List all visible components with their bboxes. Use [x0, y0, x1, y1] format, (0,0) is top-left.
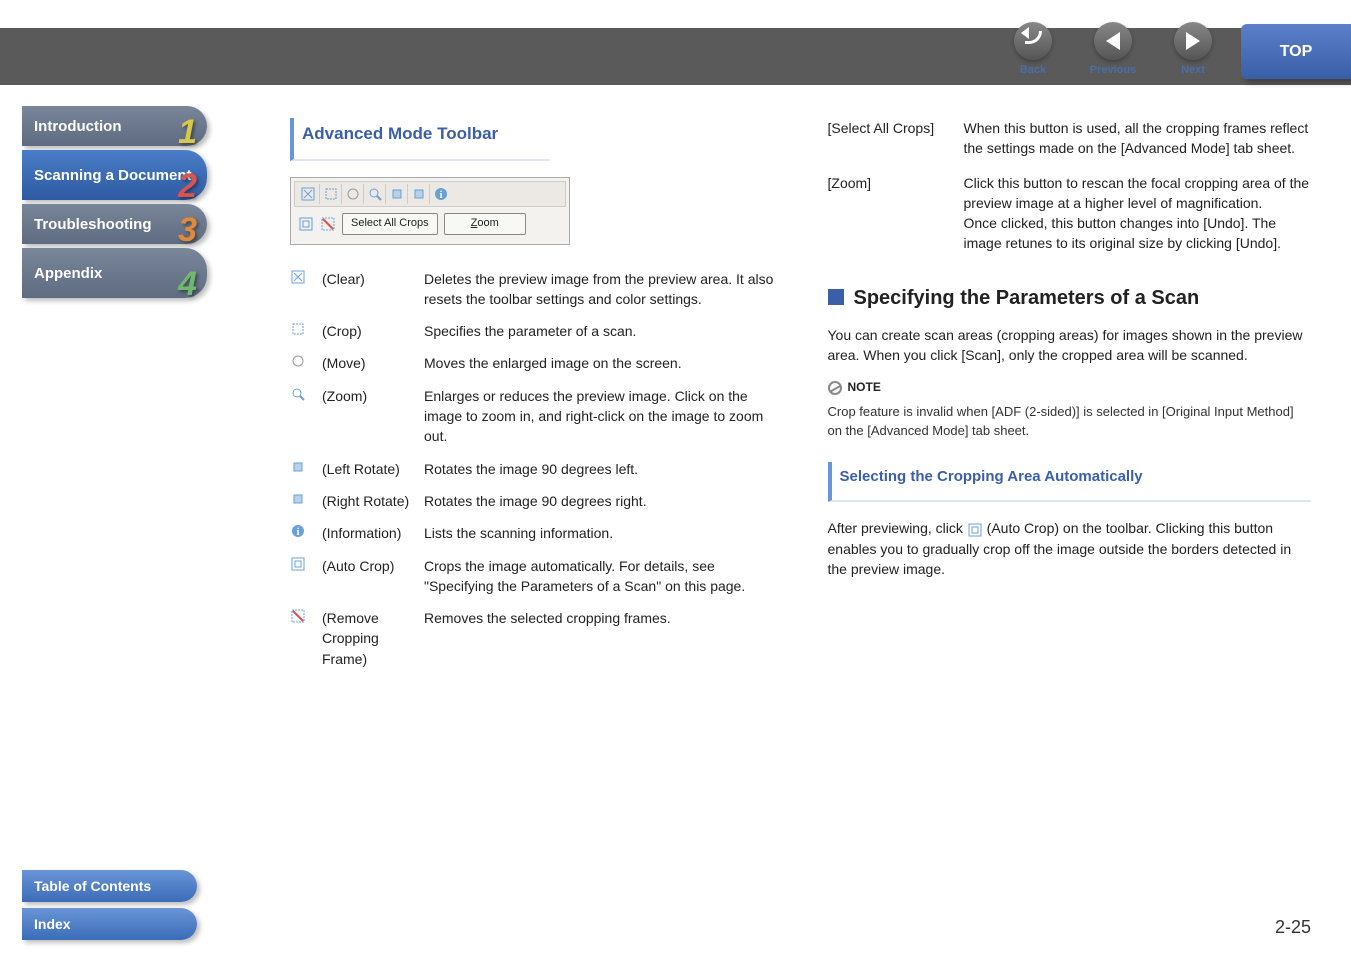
bottom-tabs: Table of Contents Index — [22, 864, 197, 940]
row-label: (Auto Crop) — [322, 556, 416, 597]
def-value: Click this button to rescan the focal cr… — [964, 173, 1312, 254]
row-label: (Left Rotate) — [322, 459, 416, 479]
sidebar-chapter-number: 2 — [178, 167, 197, 206]
row-text: Moves the enlarged image on the screen. — [424, 353, 774, 373]
back-label: Back — [1009, 64, 1057, 76]
row-label: (Move) — [322, 353, 416, 373]
sidebar-label: Troubleshooting — [34, 216, 152, 233]
top-nav: Back Previous Next TOP — [993, 22, 1351, 77]
row-text: Enlarges or reduces the preview image. C… — [424, 386, 774, 447]
page-number: 2-25 — [1275, 917, 1311, 938]
row-text: Rotates the image 90 degrees left. — [424, 459, 774, 479]
select-all-crops-button: Select All Crops — [342, 213, 438, 235]
right-column: [Select All Crops] When this button is u… — [828, 118, 1312, 669]
toolbar-description-table: (Clear) Deletes the preview image from t… — [290, 269, 774, 669]
index-button[interactable]: Index — [22, 908, 197, 940]
row-text: Rotates the image 90 degrees right. — [424, 491, 774, 511]
sidebar-label: Introduction — [34, 118, 121, 135]
back-icon — [1014, 22, 1052, 60]
text-span: After previewing, click — [828, 520, 967, 536]
next-button[interactable]: Next — [1169, 22, 1217, 76]
auto-crop-icon — [290, 556, 306, 572]
subsection-heading: Selecting the Cropping Area Automaticall… — [828, 462, 1312, 502]
row-label: (Remove Cropping Frame) — [322, 608, 416, 669]
clear-icon — [290, 269, 306, 285]
right-rotate-icon — [290, 491, 306, 507]
row-text: Deletes the preview image from the previ… — [424, 269, 774, 310]
h2-text: Specifying the Parameters of a Scan — [854, 287, 1200, 309]
toolbar-screenshot: i Select All Crops Zoom — [290, 177, 570, 245]
svg-text:i: i — [297, 527, 300, 538]
crop-icon — [290, 321, 306, 337]
toc-button[interactable]: Table of Contents — [22, 870, 197, 902]
sidebar-label: Appendix — [34, 265, 102, 282]
remove-crop-icon — [290, 608, 306, 624]
note-label: NOTE — [848, 379, 881, 396]
sidebar-item-appendix[interactable]: Appendix 4 — [22, 248, 207, 298]
information-icon: i — [429, 184, 451, 204]
content: Advanced Mode Toolbar i Select All Crops… — [290, 118, 1311, 669]
row-text: Specifies the parameter of a scan. — [424, 321, 774, 341]
right-rotate-icon — [407, 184, 429, 204]
sidebar-chapter-number: 3 — [178, 211, 197, 250]
row-text: Crops the image automatically. For detai… — [424, 556, 774, 597]
zoom-icon — [363, 184, 385, 204]
row-text: Lists the scanning information. — [424, 523, 774, 543]
note-text: Crop feature is invalid when [ADF (2-sid… — [828, 403, 1312, 441]
top-button[interactable]: TOP — [1241, 24, 1351, 79]
row-label: (Zoom) — [322, 386, 416, 447]
note-icon — [828, 381, 842, 395]
row-label: (Clear) — [322, 269, 416, 310]
next-label: Next — [1169, 64, 1217, 76]
svg-text:i: i — [439, 190, 442, 201]
section-heading-2: Specifying the Parameters of a Scan — [828, 284, 1312, 313]
row-label: (Information) — [322, 523, 416, 543]
auto-crop-icon — [298, 216, 314, 232]
crop-icon — [319, 184, 341, 204]
information-icon: i — [290, 523, 306, 539]
move-icon — [341, 184, 363, 204]
previous-icon — [1094, 22, 1132, 60]
auto-crop-icon — [967, 522, 983, 538]
row-text: Removes the selected cropping frames. — [424, 608, 774, 669]
left-rotate-icon — [385, 184, 407, 204]
sidebar-item-scanning[interactable]: Scanning a Document 2 — [22, 150, 207, 200]
remove-crop-icon — [320, 216, 336, 232]
zoom-icon — [290, 386, 306, 402]
next-icon — [1174, 22, 1212, 60]
sidebar-chapter-number: 4 — [178, 265, 197, 304]
note-header: NOTE — [828, 379, 1312, 396]
move-icon — [290, 353, 306, 369]
back-button[interactable]: Back — [1009, 22, 1057, 76]
left-rotate-icon — [290, 459, 306, 475]
sidebar-item-introduction[interactable]: Introduction 1 — [22, 106, 207, 146]
sidebar: Introduction 1 Scanning a Document 2 Tro… — [22, 106, 220, 302]
sidebar-chapter-number: 1 — [178, 113, 197, 152]
previous-label: Previous — [1089, 64, 1137, 76]
sidebar-item-troubleshooting[interactable]: Troubleshooting 3 — [22, 204, 207, 244]
previous-button[interactable]: Previous — [1089, 22, 1137, 76]
left-column: Advanced Mode Toolbar i Select All Crops… — [290, 118, 774, 669]
def-key: [Zoom] — [828, 173, 958, 254]
paragraph: After previewing, click (Auto Crop) on t… — [828, 518, 1312, 579]
section-heading: Advanced Mode Toolbar — [290, 118, 550, 161]
square-bullet-icon — [828, 289, 844, 305]
zoom-button: Zoom — [444, 213, 526, 235]
clear-icon — [297, 184, 319, 204]
sidebar-label: Scanning a Document — [34, 167, 192, 184]
definition-table: [Select All Crops] When this button is u… — [828, 118, 1312, 254]
row-label: (Crop) — [322, 321, 416, 341]
paragraph: You can create scan areas (cropping area… — [828, 325, 1312, 366]
def-key: [Select All Crops] — [828, 118, 958, 159]
def-value: When this button is used, all the croppi… — [964, 118, 1312, 159]
row-label: (Right Rotate) — [322, 491, 416, 511]
